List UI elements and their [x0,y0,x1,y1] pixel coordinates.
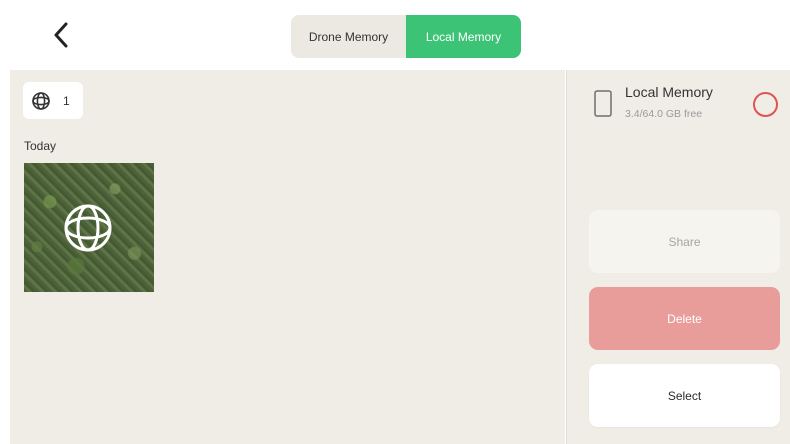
filter-count: 1 [63,93,70,108]
chevron-left-icon [54,22,68,48]
share-button[interactable]: Share [589,210,780,273]
phone-icon [594,90,612,117]
storage-title: Local Memory [625,84,713,100]
gallery-panel: 1 Today [10,70,565,444]
media-thumbnail[interactable] [24,163,154,292]
date-group-label: Today [24,139,57,153]
panorama-sphere-icon [32,91,50,110]
storage-sidebar: Local Memory 3.4/64.0 GB free Share Dele… [566,70,790,444]
select-button[interactable]: Select [589,364,780,427]
storage-free-space: 3.4/64.0 GB free [625,108,703,120]
tab-drone-memory[interactable]: Drone Memory [291,15,406,58]
panorama-filter-chip[interactable]: 1 [23,82,83,119]
top-bar: Drone Memory Local Memory [0,0,790,70]
panorama-sphere-icon [64,204,112,252]
delete-button[interactable]: Delete [589,287,780,350]
select-all-radio[interactable] [753,92,778,117]
memory-source-toggle: Drone Memory Local Memory [291,15,521,58]
tab-local-memory[interactable]: Local Memory [406,15,521,58]
back-button[interactable] [44,16,78,54]
